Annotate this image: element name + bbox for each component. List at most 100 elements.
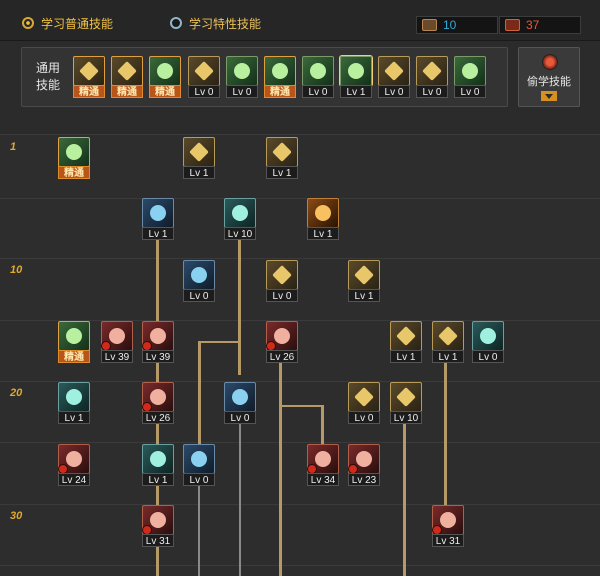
skill-slot[interactable]: Lv 0 <box>224 382 256 424</box>
skill-icon <box>73 56 105 86</box>
generic-skills-label: 通用 技能 <box>30 60 66 94</box>
skill-slot[interactable]: Lv 1 <box>183 137 215 179</box>
tp-value: 37 <box>526 18 540 32</box>
skill-slot[interactable]: Lv 0 <box>472 321 504 363</box>
skill-level-label: Lv 0 <box>183 289 215 302</box>
skill-level-label: Lv 1 <box>390 350 422 363</box>
skill-slot[interactable]: 精通 <box>58 321 90 363</box>
skill-slot[interactable]: Lv 39 <box>101 321 133 363</box>
skill-icon <box>266 260 298 290</box>
skill-slot[interactable]: Lv 23 <box>348 444 380 486</box>
skill-level-label: Lv 0 <box>302 85 334 98</box>
skill-icon <box>378 56 410 86</box>
top-bar: 学习普通技能 学习特性技能 10 37 <box>0 0 600 41</box>
skill-slot[interactable]: Lv 1 <box>266 137 298 179</box>
skill-level-label: Lv 39 <box>101 350 133 363</box>
skill-icon <box>142 444 174 474</box>
skill-icon <box>142 198 174 228</box>
skill-slot[interactable]: Lv 26 <box>142 382 174 424</box>
skill-slot[interactable]: Lv 0 <box>183 260 215 302</box>
skill-level-label: Lv 1 <box>340 85 372 98</box>
skill-slot[interactable]: 精通 <box>111 56 143 98</box>
skill-icon <box>224 198 256 228</box>
connector-line <box>321 405 324 445</box>
skill-slot[interactable]: Lv 0 <box>226 56 258 98</box>
skill-icon <box>416 56 448 86</box>
skill-level-label: Lv 1 <box>142 473 174 486</box>
row-divider <box>0 258 600 259</box>
skill-slot[interactable]: 精通 <box>149 56 181 98</box>
connector-line <box>279 363 282 576</box>
skill-slot[interactable]: Lv 26 <box>266 321 298 363</box>
skill-slot[interactable]: 精通 <box>73 56 105 98</box>
skill-slot[interactable]: Lv 31 <box>142 505 174 547</box>
skill-level-label: 精通 <box>73 85 105 98</box>
row-divider <box>0 504 600 505</box>
skill-icon <box>348 382 380 412</box>
skill-icon <box>188 56 220 86</box>
skill-slot[interactable]: 精通 <box>58 137 90 179</box>
skill-icon <box>302 56 334 86</box>
skill-level-label: 精通 <box>149 85 181 98</box>
skill-level-label: Lv 1 <box>432 350 464 363</box>
skill-level-label: Lv 0 <box>378 85 410 98</box>
tab-learn-special-skills[interactable]: 学习特性技能 <box>170 13 261 33</box>
connector-line <box>198 485 200 576</box>
skill-level-label: Lv 24 <box>58 473 90 486</box>
tab-learn-normal-skills[interactable]: 学习普通技能 <box>22 13 113 33</box>
skill-slot[interactable]: Lv 1 <box>390 321 422 363</box>
skill-level-label: Lv 0 <box>348 411 380 424</box>
skill-slot[interactable]: Lv 1 <box>348 260 380 302</box>
skill-level-label: Lv 0 <box>188 85 220 98</box>
steal-skills-label: 偷学技能 <box>527 76 571 88</box>
skill-slot[interactable]: Lv 0 <box>416 56 448 98</box>
skill-slot[interactable]: Lv 0 <box>348 382 380 424</box>
skill-icon <box>472 321 504 351</box>
skill-icon <box>340 56 372 86</box>
skill-slot[interactable]: Lv 34 <box>307 444 339 486</box>
skill-slot[interactable]: Lv 10 <box>390 382 422 424</box>
skill-icon <box>264 56 296 86</box>
skill-slot[interactable]: Lv 0 <box>378 56 410 98</box>
sp-value: 10 <box>443 18 457 32</box>
skill-icon <box>183 260 215 290</box>
skill-slot[interactable]: Lv 1 <box>432 321 464 363</box>
skill-slot[interactable]: Lv 1 <box>142 444 174 486</box>
skill-level-label: Lv 1 <box>348 289 380 302</box>
skill-level-label: Lv 26 <box>142 411 174 424</box>
skill-slot[interactable]: Lv 0 <box>183 444 215 486</box>
skill-level-label: Lv 1 <box>266 166 298 179</box>
skill-slot[interactable]: Lv 39 <box>142 321 174 363</box>
row-divider <box>0 320 600 321</box>
skill-level-label: Lv 1 <box>142 227 174 240</box>
skill-icon <box>58 382 90 412</box>
connector-line <box>279 405 323 407</box>
skill-slot[interactable]: 精通 <box>264 56 296 98</box>
skill-level-label: Lv 39 <box>142 350 174 363</box>
book-icon <box>422 19 437 31</box>
skill-slot[interactable]: Lv 0 <box>266 260 298 302</box>
skill-slot[interactable]: Lv 24 <box>58 444 90 486</box>
skill-icon <box>183 137 215 167</box>
skill-level-label: Lv 26 <box>266 350 298 363</box>
skill-slot[interactable]: Lv 1 <box>58 382 90 424</box>
skill-slot[interactable]: Lv 0 <box>302 56 334 98</box>
steal-skills-button[interactable]: 偷学技能 <box>518 47 580 107</box>
skill-slot[interactable]: Lv 0 <box>454 56 486 98</box>
row-divider <box>0 198 600 199</box>
skill-slot[interactable]: Lv 31 <box>432 505 464 547</box>
connector-line <box>198 341 240 343</box>
tab-label: 学习特性技能 <box>189 16 262 31</box>
tp-counter: 37 <box>499 16 581 34</box>
skill-slot[interactable]: Lv 0 <box>188 56 220 98</box>
skill-level-label: Lv 0 <box>266 289 298 302</box>
skill-slot[interactable]: Lv 1 <box>340 56 372 98</box>
skill-slot[interactable]: Lv 1 <box>307 198 339 240</box>
level-marker: 30 <box>10 510 23 522</box>
skill-slot[interactable]: Lv 1 <box>142 198 174 240</box>
skill-level-label: Lv 34 <box>307 473 339 486</box>
skill-level-label: Lv 31 <box>432 534 464 547</box>
dropdown-arrow-icon[interactable] <box>541 91 557 101</box>
skill-slot[interactable]: Lv 10 <box>224 198 256 240</box>
orb-icon <box>542 54 558 70</box>
